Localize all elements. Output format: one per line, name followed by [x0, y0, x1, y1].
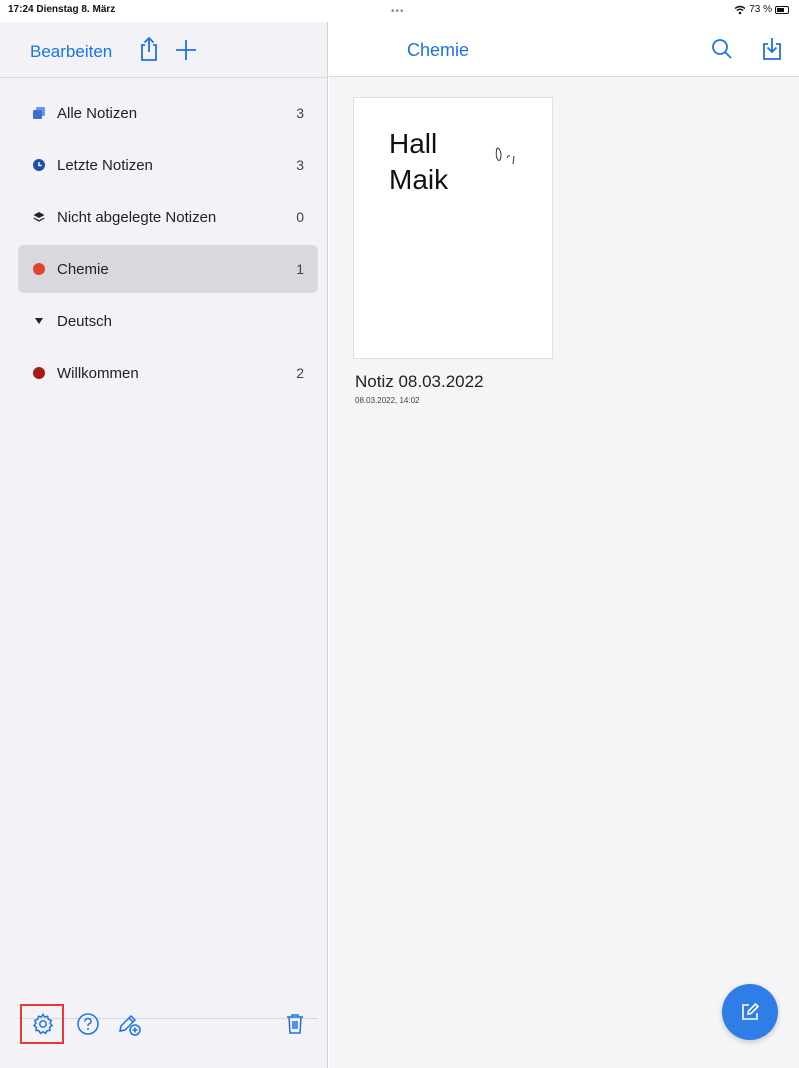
folder-count: 1: [296, 261, 304, 277]
battery-fill: [777, 7, 785, 12]
wifi-icon: [734, 5, 746, 14]
folder-count: 3: [296, 105, 304, 121]
folder-label: Alle Notizen: [57, 104, 138, 122]
compose-icon: [742, 1002, 760, 1020]
note-title[interactable]: Notiz 08.03.2022: [355, 372, 484, 392]
sidebar-item-chemie[interactable]: Chemie 1: [18, 245, 318, 293]
note-preview: Hall Maik: [389, 126, 448, 198]
folder-label: Nicht abgelegte Notizen: [57, 208, 217, 226]
add-pen-button[interactable]: [112, 1007, 146, 1041]
folder-label: Chemie: [57, 260, 109, 278]
main-panel: Chemie Hall Maik Notiz 08.03.2022 08.03.…: [329, 22, 799, 1068]
sidebar-divider: [0, 77, 328, 78]
handwriting-scribble: [495, 147, 515, 165]
folder-count: 0: [296, 209, 304, 225]
battery-icon: [775, 5, 789, 14]
trash-button[interactable]: [278, 1007, 312, 1041]
sidebar-item-willkommen[interactable]: Willkommen 2: [18, 349, 318, 397]
layers-icon: [32, 211, 46, 223]
plus-icon[interactable]: [174, 38, 198, 62]
folder-label: Willkommen: [57, 364, 139, 382]
pencil-plus-icon: [119, 1014, 141, 1036]
sidebar-header: Bearbeiten: [0, 22, 328, 77]
main-header: Chemie: [329, 22, 799, 77]
share-icon[interactable]: [137, 35, 161, 63]
folder-label: Letzte Notizen: [57, 156, 153, 174]
help-icon: [77, 1013, 99, 1035]
sidebar: Bearbeiten Alle Notizen 3 Letzte Notizen…: [0, 22, 328, 1068]
triangle-down-icon[interactable]: [32, 317, 46, 325]
help-button[interactable]: [71, 1007, 105, 1041]
dark-red-dot-icon: [32, 367, 46, 379]
sidebar-item-deutsch[interactable]: Deutsch: [18, 297, 318, 345]
status-bar: 17:24 Dienstag 8. März ••• 73 %: [0, 0, 799, 22]
folder-list: Alle Notizen 3 Letzte Notizen 3 Nicht ab…: [18, 89, 318, 401]
folder-count: 2: [296, 365, 304, 381]
note-preview-line: Maik: [389, 164, 449, 195]
trash-icon: [287, 1014, 303, 1034]
battery-percentage: 73 %: [749, 4, 772, 15]
new-note-button[interactable]: [722, 984, 778, 1040]
note-card[interactable]: Hall Maik: [353, 97, 553, 359]
sidebar-item-nicht-abgelegte-notizen[interactable]: Nicht abgelegte Notizen 0: [18, 193, 318, 241]
note-date: 08.03.2022, 14:02: [355, 396, 420, 405]
clock-icon: [32, 159, 46, 171]
folder-label: Deutsch: [57, 312, 113, 330]
notes-stack-icon: [32, 107, 46, 119]
status-time-date: 17:24 Dienstag 8. März: [8, 4, 116, 15]
sidebar-item-alle-notizen[interactable]: Alle Notizen 3: [18, 89, 318, 137]
import-icon[interactable]: [759, 35, 785, 63]
sidebar-item-letzte-notizen[interactable]: Letzte Notizen 3: [18, 141, 318, 189]
search-icon[interactable]: [709, 36, 735, 62]
status-indicators: 73 %: [734, 4, 789, 15]
note-preview-line: Hall: [389, 128, 438, 159]
red-dot-icon: [32, 263, 46, 275]
page-title: Chemie: [406, 40, 470, 60]
folder-count: 3: [296, 157, 304, 173]
edit-button[interactable]: Bearbeiten: [30, 42, 112, 62]
selection-highlight: [20, 1004, 64, 1044]
multitasking-dots[interactable]: •••: [391, 6, 405, 17]
